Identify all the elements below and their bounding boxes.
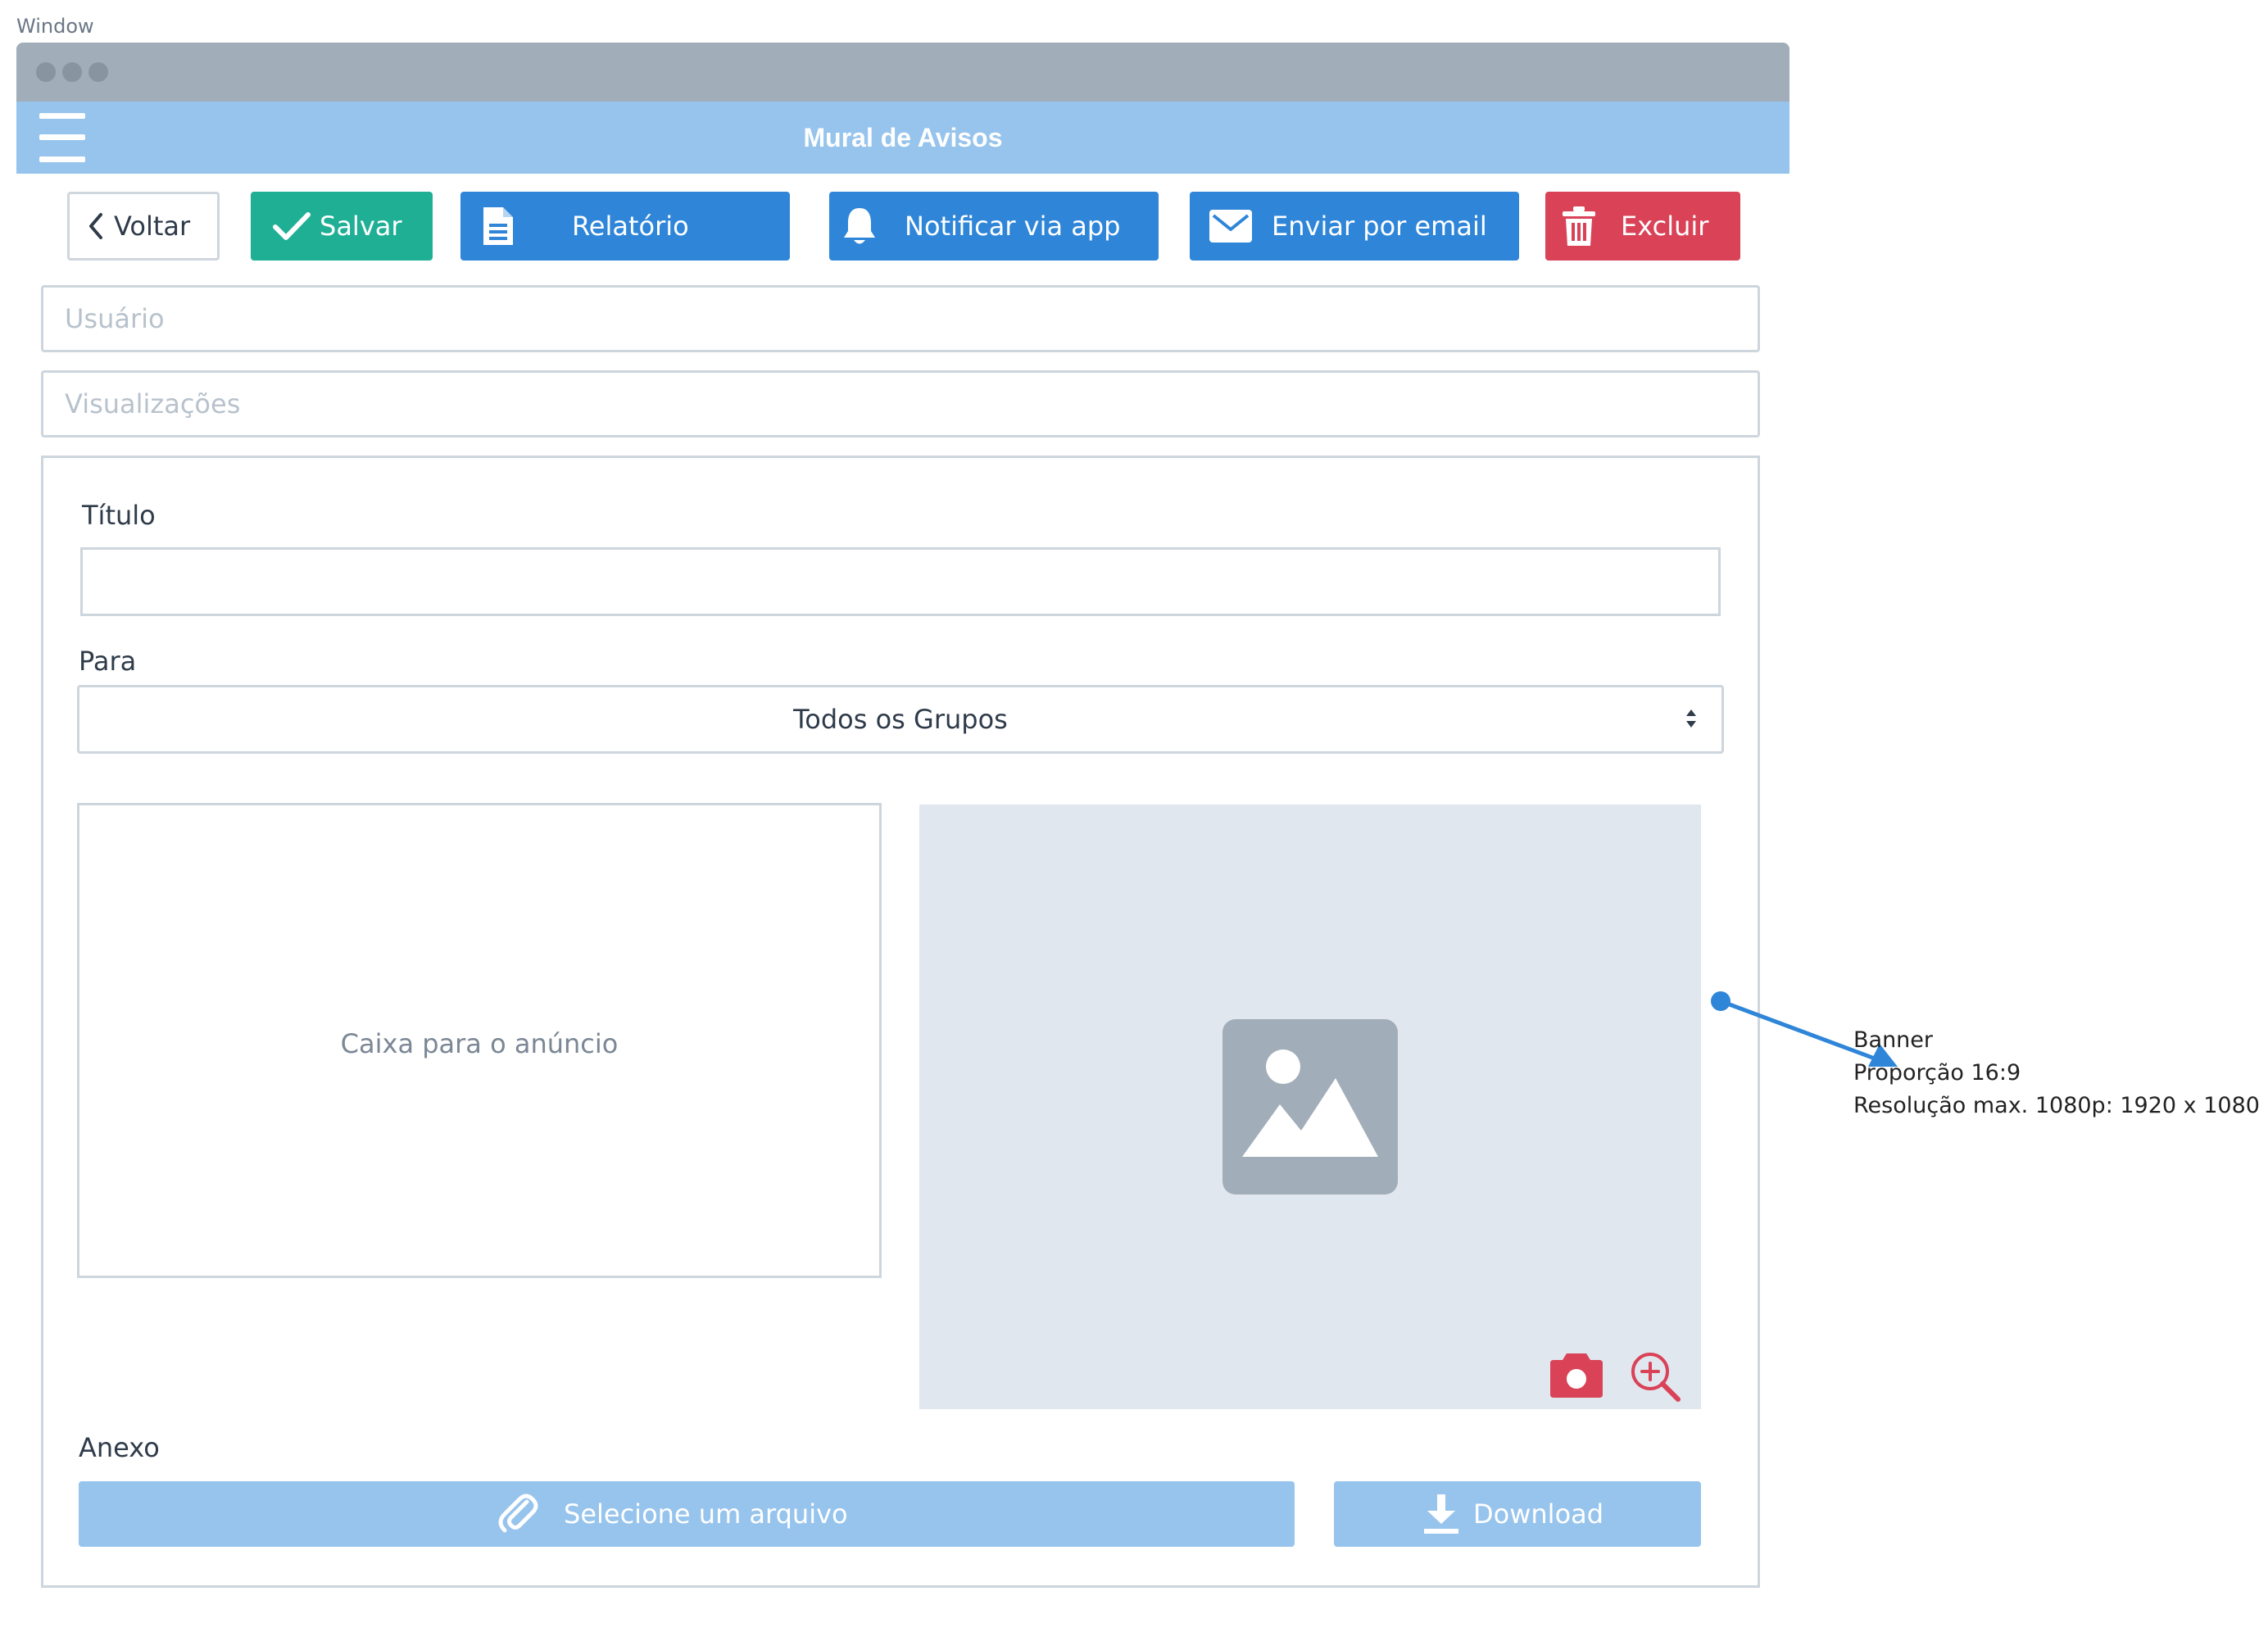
attachment-label: Anexo <box>79 1432 160 1463</box>
announcement-textarea[interactable]: Caixa para o anúncio <box>77 803 882 1278</box>
recipient-label: Para <box>79 646 137 677</box>
trash-icon <box>1560 205 1598 247</box>
zoom-in-icon[interactable] <box>1629 1350 1681 1403</box>
save-button[interactable]: Salvar <box>251 192 433 261</box>
send-email-button-label: Enviar por email <box>1272 211 1487 242</box>
notify-app-button-label: Notificar via app <box>905 211 1121 242</box>
check-icon <box>272 211 311 242</box>
chevron-left-icon <box>88 212 104 240</box>
download-icon <box>1422 1493 1460 1535</box>
page-title: Mural de Avisos <box>803 123 1003 152</box>
annotation-line-1: Banner <box>1853 1027 1934 1053</box>
announcement-placeholder: Caixa para o anúncio <box>340 1028 619 1059</box>
send-email-button[interactable]: Enviar por email <box>1190 192 1519 261</box>
window-label: Window <box>16 15 94 38</box>
select-file-button[interactable]: Selecione um arquivo <box>79 1481 1295 1547</box>
paperclip-icon <box>498 1493 541 1535</box>
select-file-button-label: Selecione um arquivo <box>564 1498 848 1530</box>
image-placeholder-icon <box>1222 1019 1398 1195</box>
title-input[interactable] <box>80 547 1721 616</box>
back-button[interactable]: Voltar <box>67 192 220 261</box>
envelope-icon <box>1208 208 1254 244</box>
annotation-line-2: Proporção 16:9 <box>1853 1060 2021 1086</box>
window-titlebar <box>16 43 1789 102</box>
banner-annotation: Banner Proporção 16:9 Resolução max. 108… <box>1853 1024 2260 1122</box>
title-label: Título <box>82 500 156 531</box>
hamburger-menu-icon[interactable] <box>39 113 85 162</box>
user-field[interactable]: Usuário <box>41 285 1760 352</box>
delete-button[interactable]: Excluir <box>1545 192 1740 261</box>
delete-button-label: Excluir <box>1621 211 1709 242</box>
download-button[interactable]: Download <box>1334 1481 1701 1547</box>
views-field[interactable]: Visualizações <box>41 370 1760 437</box>
window-maximize-dot[interactable] <box>88 62 108 82</box>
camera-icon[interactable] <box>1549 1350 1604 1399</box>
notify-app-button[interactable]: Notificar via app <box>829 192 1159 261</box>
back-button-label: Voltar <box>114 211 191 242</box>
download-button-label: Download <box>1473 1498 1604 1530</box>
report-button[interactable]: Relatório <box>460 192 790 261</box>
window-minimize-dot[interactable] <box>62 62 82 82</box>
annotation-line-3: Resolução max. 1080p: 1920 x 1080 <box>1853 1093 2260 1118</box>
report-button-label: Relatório <box>572 211 689 242</box>
document-icon <box>482 206 515 247</box>
bell-icon <box>841 205 878 247</box>
window-close-dot[interactable] <box>36 62 56 82</box>
recipient-select[interactable]: Todos os Grupos <box>77 685 1724 754</box>
save-button-label: Salvar <box>320 211 402 242</box>
select-arrows-icon <box>1683 706 1699 731</box>
